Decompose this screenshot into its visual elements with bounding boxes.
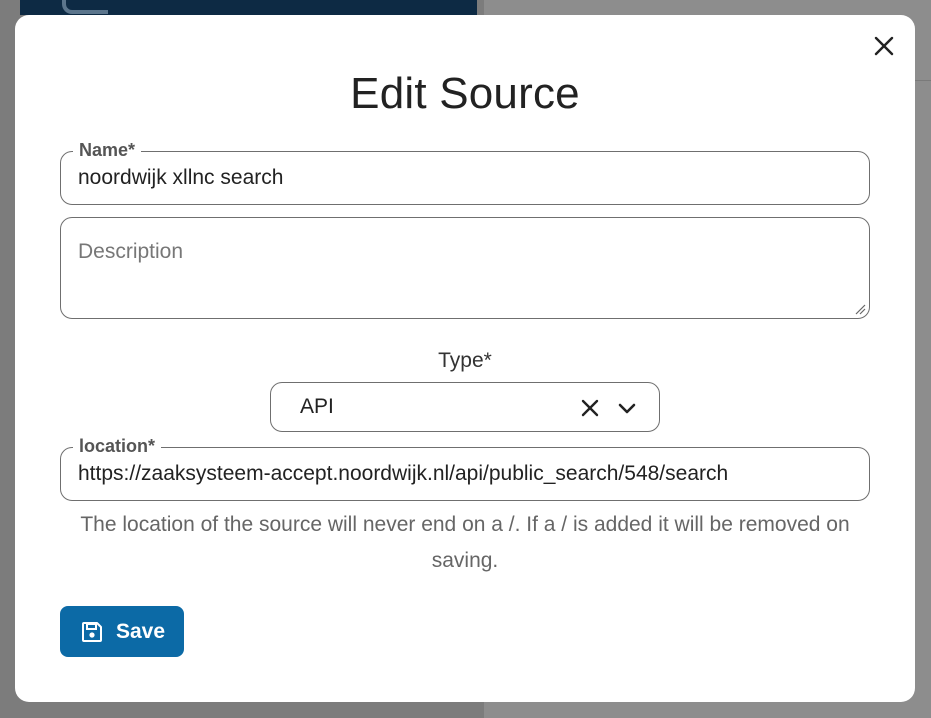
name-field[interactable]: Name* noordwijk xllnc search — [60, 140, 870, 205]
close-button[interactable] — [873, 35, 895, 57]
type-select[interactable]: API — [270, 382, 660, 432]
description-textarea[interactable]: Description — [60, 217, 870, 319]
location-input-value[interactable]: https://zaaksysteem-accept.noordwijk.nl/… — [78, 448, 728, 500]
save-button[interactable]: Save — [60, 606, 184, 657]
edit-source-modal: Edit Source Name* noordwijk xllnc search… — [15, 15, 915, 702]
save-button-label: Save — [116, 619, 166, 643]
app-logo — [62, 0, 108, 14]
resize-handle-icon[interactable] — [854, 303, 866, 315]
location-help-text: The location of the source will never en… — [80, 513, 850, 572]
description-placeholder: Description — [78, 240, 184, 263]
backdrop-app-header — [20, 0, 477, 15]
clear-icon[interactable] — [580, 398, 600, 418]
location-field[interactable]: location* https://zaaksysteem-accept.noo… — [60, 436, 870, 501]
name-input-value[interactable]: noordwijk xllnc search — [78, 152, 283, 204]
chevron-down-icon[interactable] — [617, 399, 637, 419]
type-label: Type* — [438, 349, 492, 372]
close-icon — [874, 36, 894, 56]
type-selected-value: API — [300, 395, 334, 418]
floppy-disk-icon — [82, 622, 102, 642]
modal-title: Edit Source — [350, 69, 580, 118]
